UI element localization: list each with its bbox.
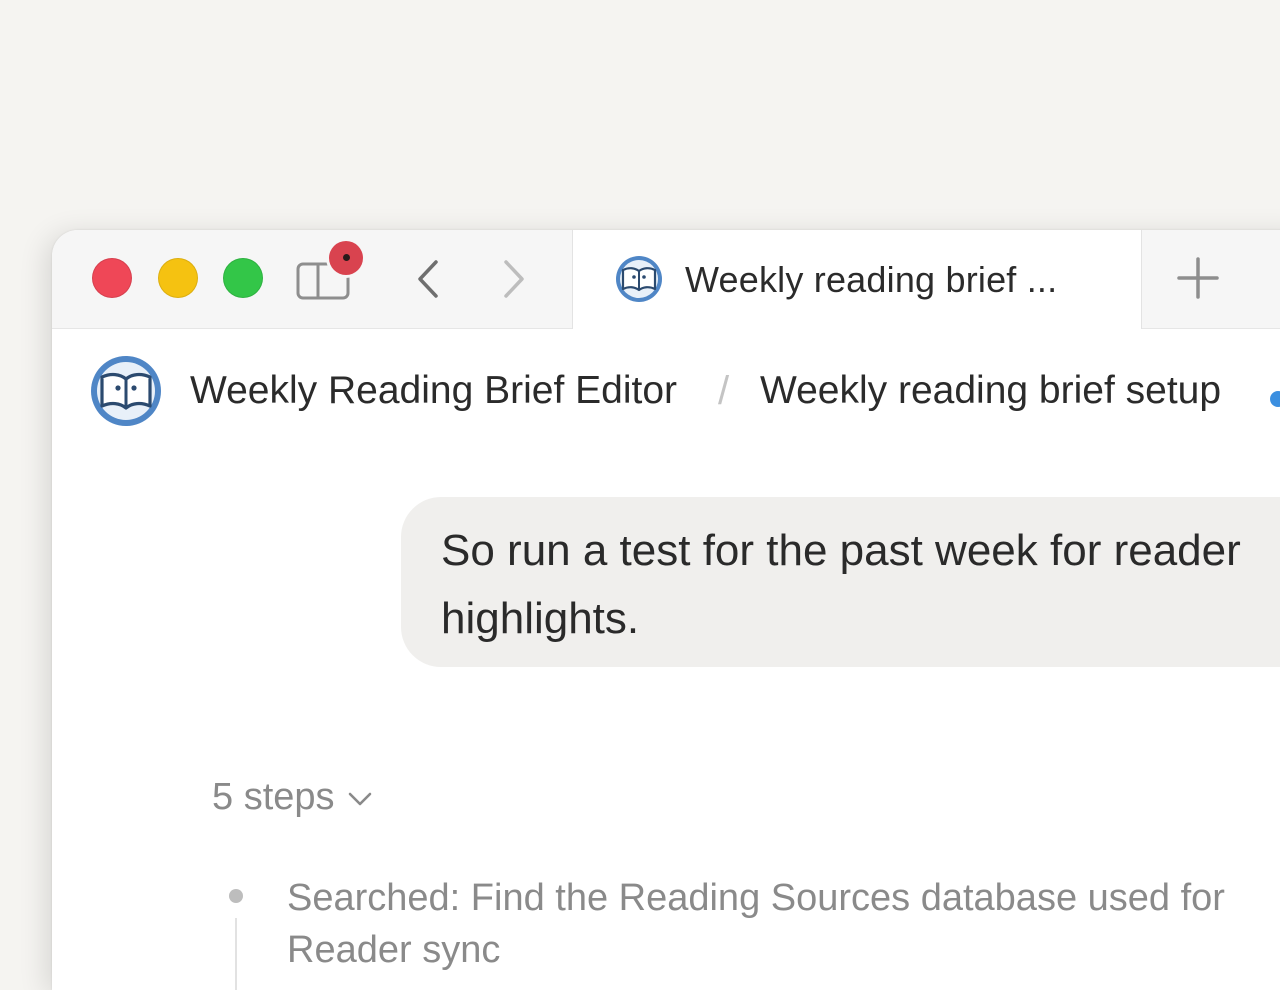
breadcrumb: Weekly Reading Brief Editor / Weekly rea… [52, 329, 1280, 459]
title-bar: Weekly reading brief ... [52, 230, 1280, 329]
chevron-down-icon [348, 792, 371, 806]
breadcrumb-page-name[interactable]: Weekly reading brief setup [760, 369, 1221, 413]
minimize-window-button[interactable] [158, 258, 198, 298]
browser-window: Weekly reading brief ... Weekly Reading … [52, 230, 1280, 990]
chevron-right-icon[interactable] [492, 258, 532, 300]
chevron-left-icon[interactable] [410, 258, 450, 300]
plus-icon[interactable] [1176, 256, 1220, 300]
step-connector [235, 918, 237, 990]
step-bullet [229, 889, 243, 903]
breadcrumb-app-name[interactable]: Weekly Reading Brief Editor [190, 369, 677, 413]
notification-badge [329, 241, 363, 275]
status-indicator [1270, 391, 1280, 407]
zoom-window-button[interactable] [223, 258, 263, 298]
step-item[interactable]: Searched: Find the Reading Sources datab… [287, 872, 1225, 976]
user-message-bubble: So run a test for the past week for read… [401, 497, 1280, 667]
open-book-icon [616, 256, 662, 302]
tab-title: Weekly reading brief ... [685, 259, 1058, 300]
tab-weekly-reading-brief[interactable]: Weekly reading brief ... [572, 230, 1142, 329]
close-window-button[interactable] [92, 258, 132, 298]
steps-toggle[interactable]: 5 steps [212, 776, 373, 819]
open-book-icon[interactable] [90, 355, 162, 427]
steps-count-label: 5 steps [212, 776, 335, 818]
breadcrumb-separator: / [718, 369, 730, 413]
